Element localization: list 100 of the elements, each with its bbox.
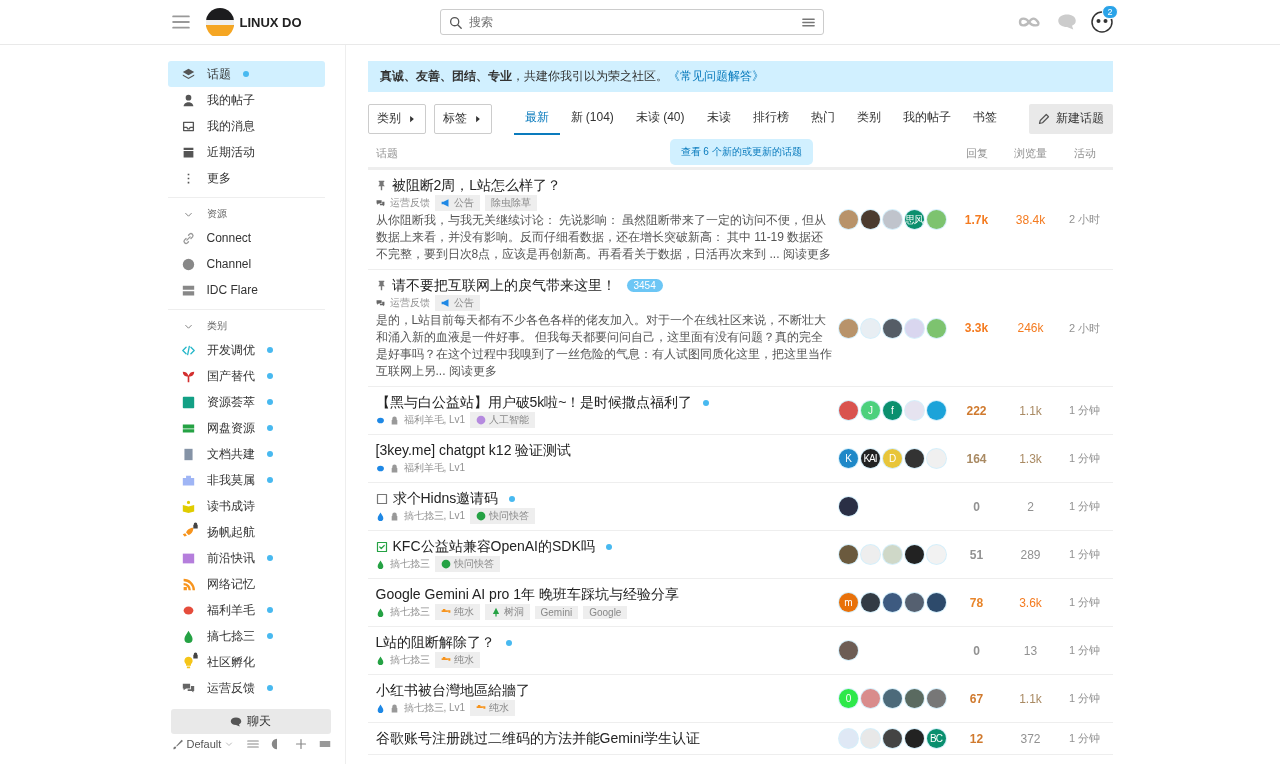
notification-badge: 2 <box>1102 5 1118 19</box>
topic-title[interactable]: L站的阻断解除了？ <box>375 633 496 652</box>
sidebar-item[interactable]: IDC Flare <box>167 277 325 303</box>
nav-tab[interactable]: 最新 <box>513 102 560 135</box>
avatar[interactable]: KAI <box>860 449 880 468</box>
topic-title[interactable]: Google Gemini AI pro 1年 晚班车踩坑与经验分享 <box>375 585 679 604</box>
view-count: 3.6k <box>1018 595 1043 610</box>
sidebar-item[interactable]: 非我莫属 <box>167 467 325 493</box>
sidebar-item[interactable]: 更多 <box>167 165 325 191</box>
avatar[interactable]: f <box>882 401 902 420</box>
view-count: 1.1k <box>1018 691 1043 706</box>
sidebar-item[interactable]: 社区孵化 <box>167 649 325 675</box>
activity-time: 1 分钟 <box>1067 731 1102 746</box>
view-count: 13 <box>1022 643 1039 658</box>
nav-tab[interactable]: 排行榜 <box>741 102 800 135</box>
avatar[interactable] <box>904 449 924 468</box>
filter-dropdown[interactable]: 类别 <box>367 103 426 134</box>
inbox-icon <box>181 119 195 133</box>
activity-time: 1 分钟 <box>1067 499 1102 514</box>
sidebar-item[interactable]: 运营反馈 <box>167 675 325 701</box>
chat-button[interactable]: 聊天 <box>170 709 331 734</box>
view-count: 246k <box>1016 321 1045 335</box>
activity-time: 1 分钟 <box>1067 403 1102 418</box>
sidebar-item[interactable]: 读书成诗 <box>167 493 325 519</box>
topic-title[interactable]: 谷歌账号注册跳过二维码的方法并能Gemini学生认证 <box>375 729 700 748</box>
new-topics-notice[interactable]: 查看 6 个新的或更新的话题 <box>669 139 813 165</box>
search-icon <box>448 16 462 29</box>
nav-tab[interactable]: 书签 <box>961 102 1008 135</box>
nav-tab[interactable]: 新 (104) <box>559 102 625 135</box>
nav-tab[interactable]: 未读 <box>695 102 742 135</box>
filter-dropdown[interactable]: 标签 <box>433 103 492 134</box>
sidebar-item[interactable]: 搞七捻三 <box>167 623 325 649</box>
section-header[interactable]: 资源 <box>167 203 325 225</box>
new-topic-button[interactable]: 新建话题 <box>1028 103 1113 134</box>
reply-count: 67 <box>968 691 985 706</box>
sidebar-item[interactable]: 话题 <box>167 61 325 87</box>
column-header: 浏览量 <box>1013 145 1048 161</box>
topic-title[interactable]: KFC公益站兼容OpenAI的SDK吗 <box>392 537 595 556</box>
topic-title[interactable]: 请不要把互联网上的戾气带来这里！ <box>391 276 616 295</box>
sidebar-item[interactable]: 开发调优 <box>167 337 325 363</box>
topic-title[interactable]: 被阻断2周，L站怎么样了？ <box>391 176 562 195</box>
search-field[interactable]: 搜索 <box>439 9 824 35</box>
sidebar-item[interactable]: 福利羊毛 <box>167 597 325 623</box>
sidebar-item[interactable]: 我的帖子 <box>167 87 325 113</box>
avatar[interactable] <box>882 729 902 748</box>
avatar[interactable] <box>860 210 880 229</box>
sidebar-item[interactable]: 资源荟萃 <box>167 389 325 415</box>
chat-icon <box>1056 12 1077 32</box>
plus-icon <box>294 738 307 750</box>
sidebar-item[interactable]: 文档共建 <box>167 441 325 467</box>
sidebar-item[interactable]: 网盘资源 <box>167 415 325 441</box>
avatar[interactable] <box>904 545 924 564</box>
nav-tab[interactable]: 未读 (40) <box>624 102 696 135</box>
sidebar-item[interactable]: 国产替代 <box>167 363 325 389</box>
sidebar-item[interactable]: Connect <box>167 225 325 251</box>
nav-tab[interactable]: 热门 <box>799 102 846 135</box>
faq-link[interactable]: 《常见问题解答》 <box>667 69 764 83</box>
sidebar-item[interactable]: 近期活动 <box>167 139 325 165</box>
avatar[interactable] <box>838 497 858 516</box>
reply-count: 1.7k <box>963 212 990 227</box>
avatar[interactable] <box>904 593 924 612</box>
theme-dropdown[interactable]: Default <box>171 738 234 750</box>
section-header[interactable]: 类别 <box>167 315 325 337</box>
avatar[interactable] <box>926 593 946 612</box>
reply-count: 0 <box>972 643 981 658</box>
column-header: 活动 <box>1072 145 1097 161</box>
sidebar-item[interactable]: 扬帆起航 <box>167 519 325 545</box>
calendar-icon <box>181 145 195 159</box>
menu-icon <box>171 13 190 31</box>
topic-title[interactable]: [3key.me] chatgpt k12 验证测试 <box>375 441 572 460</box>
avatar[interactable]: BC <box>926 729 946 748</box>
avatar[interactable] <box>882 318 902 338</box>
avatar[interactable] <box>860 593 880 612</box>
reply-count: 51 <box>968 547 985 562</box>
reply-count: 222 <box>965 403 988 418</box>
topic-excerpt: 是的，L站目前每天都有不少各色各样的佬友加入。对于一个在线社区来说，不断壮大和涌入新的血液是一件好事。 但我每天都要问问自己，这里面有没有问题？真的完全是好事吗？在这个过程中我嗅到了一丝危险的气息：有人试图同质化这里，把这里当作互联网上另... 阅读更多 <box>375 312 833 380</box>
view-count: 1.3k <box>1018 451 1043 466</box>
topic-title[interactable]: 小红书被台灣地區給牆了 <box>375 681 530 700</box>
nav-tab[interactable]: 我的帖子 <box>891 102 962 135</box>
sidebar-item[interactable]: 前沿快讯 <box>167 545 325 571</box>
sidebar-item[interactable]: Channel <box>167 251 325 277</box>
avatar[interactable]: 思风 <box>904 210 924 229</box>
topic-title[interactable]: 【黑与白公益站】用户破5k啦~！是时候撒点福利了 <box>375 393 693 412</box>
avatar[interactable] <box>904 729 924 748</box>
view-count: 38.4k <box>1014 212 1047 227</box>
view-count: 2 <box>1026 499 1035 514</box>
avatar[interactable] <box>882 593 902 612</box>
sidebar-item[interactable]: 网络记忆 <box>167 571 325 597</box>
column-header: 回复 <box>964 145 989 161</box>
avatar[interactable]: K <box>838 449 858 468</box>
reply-count: 3.3k <box>963 321 990 335</box>
reply-count: 12 <box>968 731 985 746</box>
nav-tab[interactable]: 类别 <box>845 102 892 135</box>
view-count: 372 <box>1019 731 1042 746</box>
avatar[interactable] <box>838 641 858 660</box>
topic-excerpt: 从你阻断我，与我无关继续讨论： 先说影响： 虽然阻断带来了一定的访问不便，但从数据上来看，并没有影响。反而仔细看数据，还在增长突破新高： 其中 11-19 数据还不完整，要到日次8点，应该是再创新高。再看看关于数据，日活再次来到 ... 阅读更多 <box>375 212 832 263</box>
sidebar-item[interactable]: 我的消息 <box>167 113 325 139</box>
megaphone-icon <box>440 298 451 308</box>
avatar[interactable] <box>838 545 858 564</box>
topic-title[interactable]: 求个Hidns邀请码 <box>392 489 499 508</box>
